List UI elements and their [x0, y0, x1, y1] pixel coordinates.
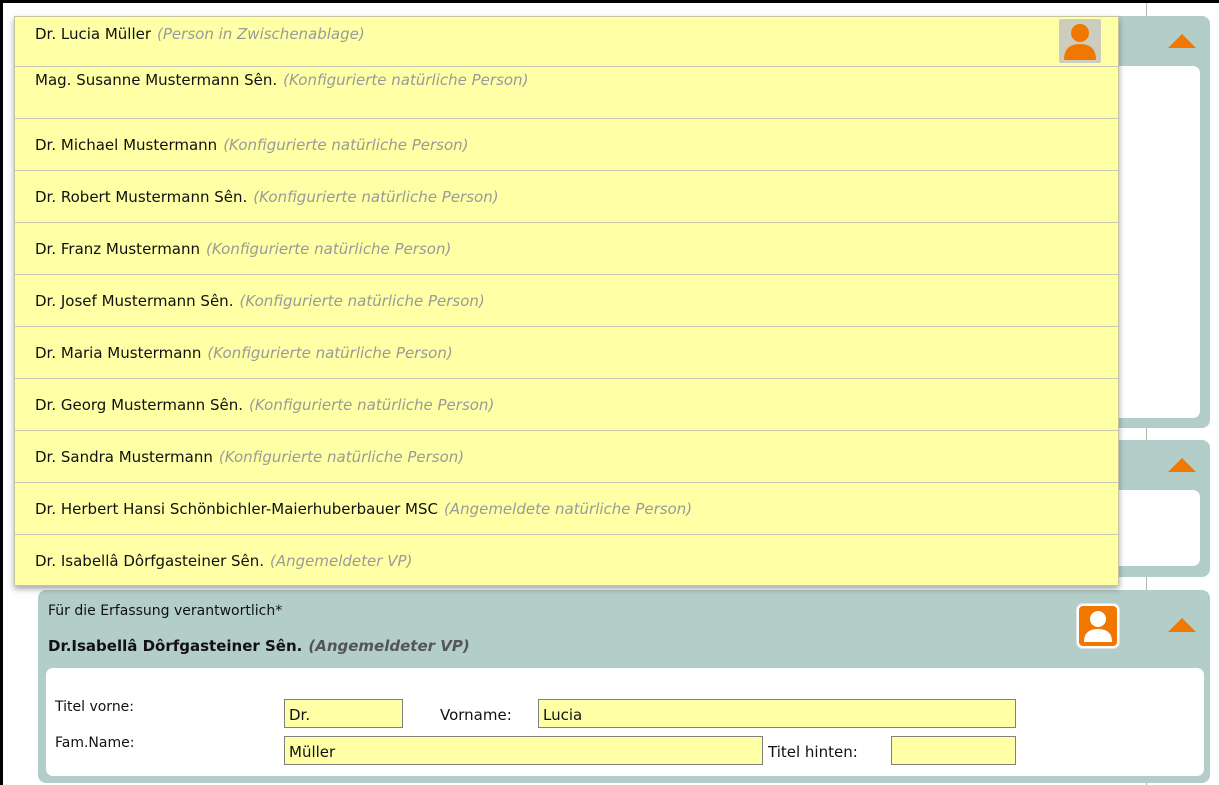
dropdown-item[interactable]: Mag. Susanne Mustermann Sên. (Konfigurier… — [15, 67, 1118, 119]
dropdown-item[interactable]: Dr. Michael Mustermann (Konfigurierte nat… — [15, 119, 1118, 171]
item-note: (Konfigurierte natürliche Person) — [207, 343, 453, 362]
item-note: (Konfigurierte natürliche Person) — [239, 291, 485, 310]
dropdown-item[interactable]: Dr. Georg Mustermann Sên. (Konfigurierte … — [15, 379, 1118, 431]
dropdown-item[interactable]: Dr. Lucia Müller (Person in Zwischenablag… — [15, 16, 1118, 67]
item-note: (Person in Zwischenablage) — [157, 25, 365, 43]
responsible-note: (Angemeldeter VP) — [308, 637, 470, 655]
item-note: (Konfigurierte natürliche Person) — [218, 447, 465, 466]
person-clipboard-button[interactable] — [1059, 19, 1101, 63]
vorname-label: Vorname: — [440, 706, 512, 724]
famname-label: Fam.Name: — [55, 735, 135, 751]
dropdown-item[interactable]: Dr. Maria Mustermann (Konfigurierte natür… — [15, 327, 1118, 379]
dropdown-item[interactable]: Dr. Franz Mustermann (Konfigurierte natür… — [15, 223, 1118, 275]
item-name: Dr. Herbert Hansi Schönbichler-Maierhube… — [35, 499, 438, 518]
dropdown-item[interactable]: Dr. Herbert Hansi Schönbichler-Maierhube… — [15, 483, 1118, 535]
frame-top-border — [0, 0, 1219, 3]
person-dropdown[interactable]: Dr. Lucia Müller (Person in Zwischenablag… — [14, 16, 1119, 586]
frame-left-border — [0, 0, 3, 785]
item-note: (Konfigurierte natürliche Person) — [283, 71, 529, 89]
dropdown-item[interactable]: Dr. Sandra Mustermann (Konfigurierte natü… — [15, 431, 1118, 483]
item-note: (Angemeldeter VP) — [270, 552, 413, 570]
responsible-name: Dr.Isabellâ Dôrfgasteiner Sên. — [48, 637, 303, 655]
titel-vorne-label: Titel vorne: — [55, 699, 135, 715]
item-name: Dr. Georg Mustermann Sên. — [35, 395, 243, 414]
collapse-chevron-icon[interactable] — [1168, 618, 1196, 632]
item-name: Dr. Isabellâ Dôrfgasteiner Sên. — [35, 552, 265, 570]
item-note: (Konfigurierte natürliche Person) — [253, 187, 499, 206]
person-icon — [1084, 611, 1112, 642]
item-name: Mag. Susanne Mustermann Sên. — [35, 71, 278, 89]
item-name: Dr. Maria Mustermann — [35, 343, 202, 362]
item-name: Dr. Sandra Mustermann — [35, 447, 213, 466]
item-name: Dr. Josef Mustermann Sên. — [35, 291, 234, 310]
dropdown-item[interactable]: Dr. Josef Mustermann Sên. (Konfigurierte … — [15, 275, 1118, 327]
dropdown-item[interactable]: Dr. Robert Mustermann Sên. (Konfigurierte… — [15, 171, 1118, 223]
person-icon — [1064, 24, 1096, 60]
item-note: (Angemeldete natürliche Person) — [443, 499, 693, 518]
item-name: Dr. Robert Mustermann Sên. — [35, 187, 248, 206]
select-person-button[interactable] — [1077, 604, 1119, 648]
collapse-chevron-icon[interactable] — [1168, 34, 1196, 48]
responsible-label: Für die Erfassung verantwortlich* — [48, 603, 283, 619]
responsible-person: Dr.Isabellâ Dôrfgasteiner Sên. (Angemelde… — [48, 637, 470, 655]
dropdown-item[interactable]: Dr. Isabellâ Dôrfgasteiner Sên. (Angemeld… — [15, 535, 1118, 587]
item-name: Dr. Lucia Müller — [35, 25, 152, 43]
famname-input[interactable]: Müller — [284, 736, 763, 765]
titel-hinten-input[interactable] — [891, 736, 1016, 765]
item-note: (Konfigurierte natürliche Person) — [206, 239, 452, 258]
item-name: Dr. Franz Mustermann — [35, 239, 201, 258]
vorname-input[interactable]: Lucia — [538, 699, 1016, 728]
titel-vorne-input[interactable]: Dr. — [284, 699, 403, 728]
titel-hinten-label: Titel hinten: — [768, 743, 858, 761]
item-note: (Konfigurierte natürliche Person) — [249, 395, 495, 414]
item-note: (Konfigurierte natürliche Person) — [223, 135, 469, 154]
item-name: Dr. Michael Mustermann — [35, 135, 218, 154]
collapse-chevron-icon[interactable] — [1168, 458, 1196, 472]
